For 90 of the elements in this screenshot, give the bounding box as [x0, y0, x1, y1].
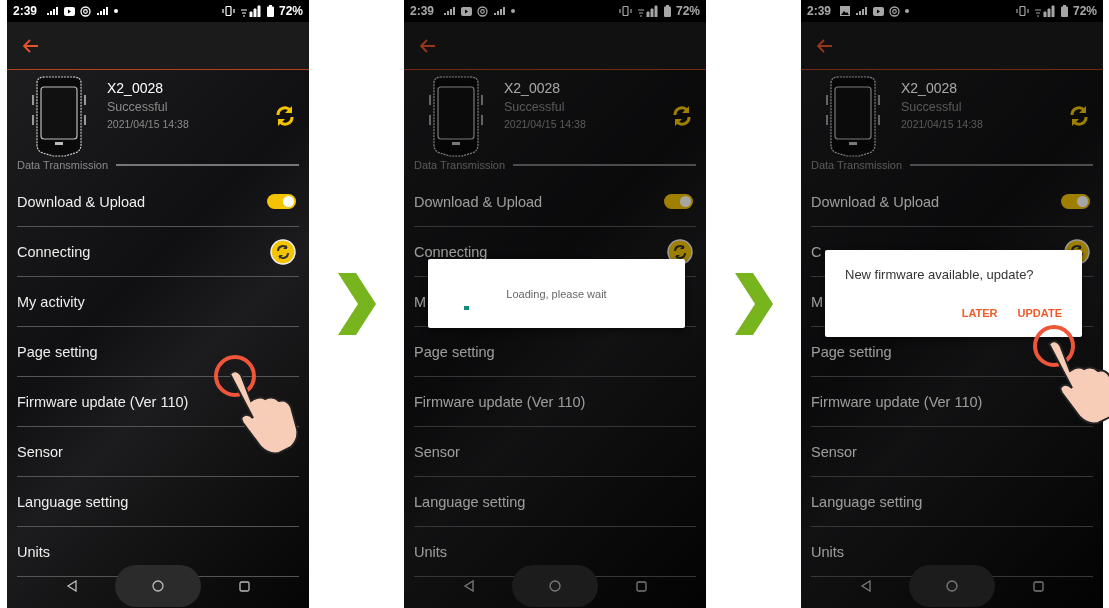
video-icon [873, 6, 885, 16]
menu-item[interactable]: Page setting [17, 343, 98, 360]
sync-date: 2021/04/15 14:38 [901, 117, 984, 130]
toggle-switch[interactable] [1061, 194, 1090, 209]
menu-item[interactable]: M [811, 293, 824, 310]
home-icon [152, 580, 165, 592]
next-step-arrow-icon [734, 273, 773, 335]
sync-icon [270, 238, 296, 265]
sync-icon[interactable] [275, 104, 295, 127]
circle-icon [889, 5, 901, 17]
device-name: X2_0028 [504, 79, 562, 96]
recents-icon[interactable] [636, 580, 648, 592]
sync-icon[interactable] [1069, 104, 1089, 127]
menu-item[interactable]: M [414, 293, 427, 310]
battery-level: 72% [278, 4, 303, 18]
sync-status: Successful [504, 99, 566, 114]
back-nav-icon[interactable] [462, 580, 475, 592]
back-icon[interactable] [817, 38, 833, 53]
menu-item[interactable]: Firmware update (Ver 110) [17, 393, 189, 410]
home-icon [549, 580, 562, 592]
section-label: Data Transmission [811, 159, 903, 171]
menu-item[interactable]: Sensor [414, 443, 460, 460]
battery-icon [266, 5, 274, 17]
sync-status: Successful [901, 99, 963, 114]
dot-icon [905, 9, 910, 13]
signal-icon [1033, 5, 1056, 17]
menu-item[interactable]: Language setting [17, 493, 129, 510]
back-icon[interactable] [23, 38, 39, 53]
status-time: 2:39 [807, 4, 832, 18]
status-time: 2:39 [13, 4, 38, 18]
signal-icon [96, 6, 110, 16]
video-icon [461, 6, 473, 16]
signal-icon [493, 6, 507, 16]
menu-item[interactable]: Sensor [17, 443, 63, 460]
signal-icon [636, 5, 659, 17]
sync-date: 2021/04/15 14:38 [107, 117, 190, 130]
menu-item[interactable]: Units [17, 543, 51, 560]
section-label: Data Transmission [17, 159, 109, 171]
sync-status: Successful [107, 99, 169, 114]
menu-item[interactable]: Page setting [414, 343, 495, 360]
circle-icon [477, 5, 489, 17]
vibrate-icon [221, 6, 235, 16]
spinner-icon [464, 306, 469, 310]
menu-item[interactable]: Download & Upload [811, 193, 940, 210]
menu-item[interactable]: Connecting [414, 243, 488, 260]
menu-item[interactable]: Firmware update (Ver 110) [811, 393, 983, 410]
signal-icon [46, 6, 60, 16]
battery-icon [1060, 5, 1068, 17]
menu-item[interactable]: Sensor [811, 443, 857, 460]
menu-item[interactable]: Units [811, 543, 845, 560]
back-nav-icon[interactable] [859, 580, 872, 592]
home-icon [946, 580, 959, 592]
dot-icon [511, 9, 516, 13]
device-name: X2_0028 [901, 79, 959, 96]
dialog-message: Loading, please wait [505, 288, 608, 300]
menu-item[interactable]: Download & Upload [17, 193, 146, 210]
signal-icon [443, 6, 457, 16]
recents-icon[interactable] [239, 580, 251, 592]
vibrate-icon [618, 6, 632, 16]
next-step-arrow-icon [337, 273, 376, 335]
menu-item[interactable]: Language setting [811, 493, 923, 510]
signal-icon [855, 6, 869, 16]
toggle-switch[interactable] [267, 194, 296, 209]
sync-date: 2021/04/15 14:38 [504, 117, 587, 130]
signal-icon [239, 5, 262, 17]
vibrate-icon [1015, 6, 1029, 16]
sync-icon[interactable] [672, 104, 692, 127]
image-icon [840, 6, 851, 16]
menu-item[interactable]: Firmware update (Ver 110) [414, 393, 586, 410]
video-icon [64, 6, 76, 16]
battery-level: 72% [675, 4, 700, 18]
menu-item[interactable]: Connecting [17, 243, 91, 260]
circle-icon [80, 5, 92, 17]
battery-level: 72% [1072, 4, 1097, 18]
menu-item[interactable]: Units [414, 543, 448, 560]
menu-item[interactable]: My activity [17, 293, 85, 310]
dot-icon [114, 9, 119, 13]
menu-item[interactable]: Download & Upload [414, 193, 543, 210]
device-name: X2_0028 [107, 79, 165, 96]
back-nav-icon[interactable] [65, 580, 78, 592]
dialog-message: New firmware available, update? [845, 267, 1034, 282]
recents-icon[interactable] [1033, 580, 1045, 592]
back-icon[interactable] [420, 38, 436, 53]
menu-item[interactable]: Page setting [811, 343, 892, 360]
menu-item[interactable]: C [811, 243, 822, 260]
toggle-switch[interactable] [664, 194, 693, 209]
battery-icon [663, 5, 671, 17]
status-time: 2:39 [410, 4, 435, 18]
menu-item[interactable]: Language setting [414, 493, 526, 510]
section-label: Data Transmission [414, 159, 506, 171]
